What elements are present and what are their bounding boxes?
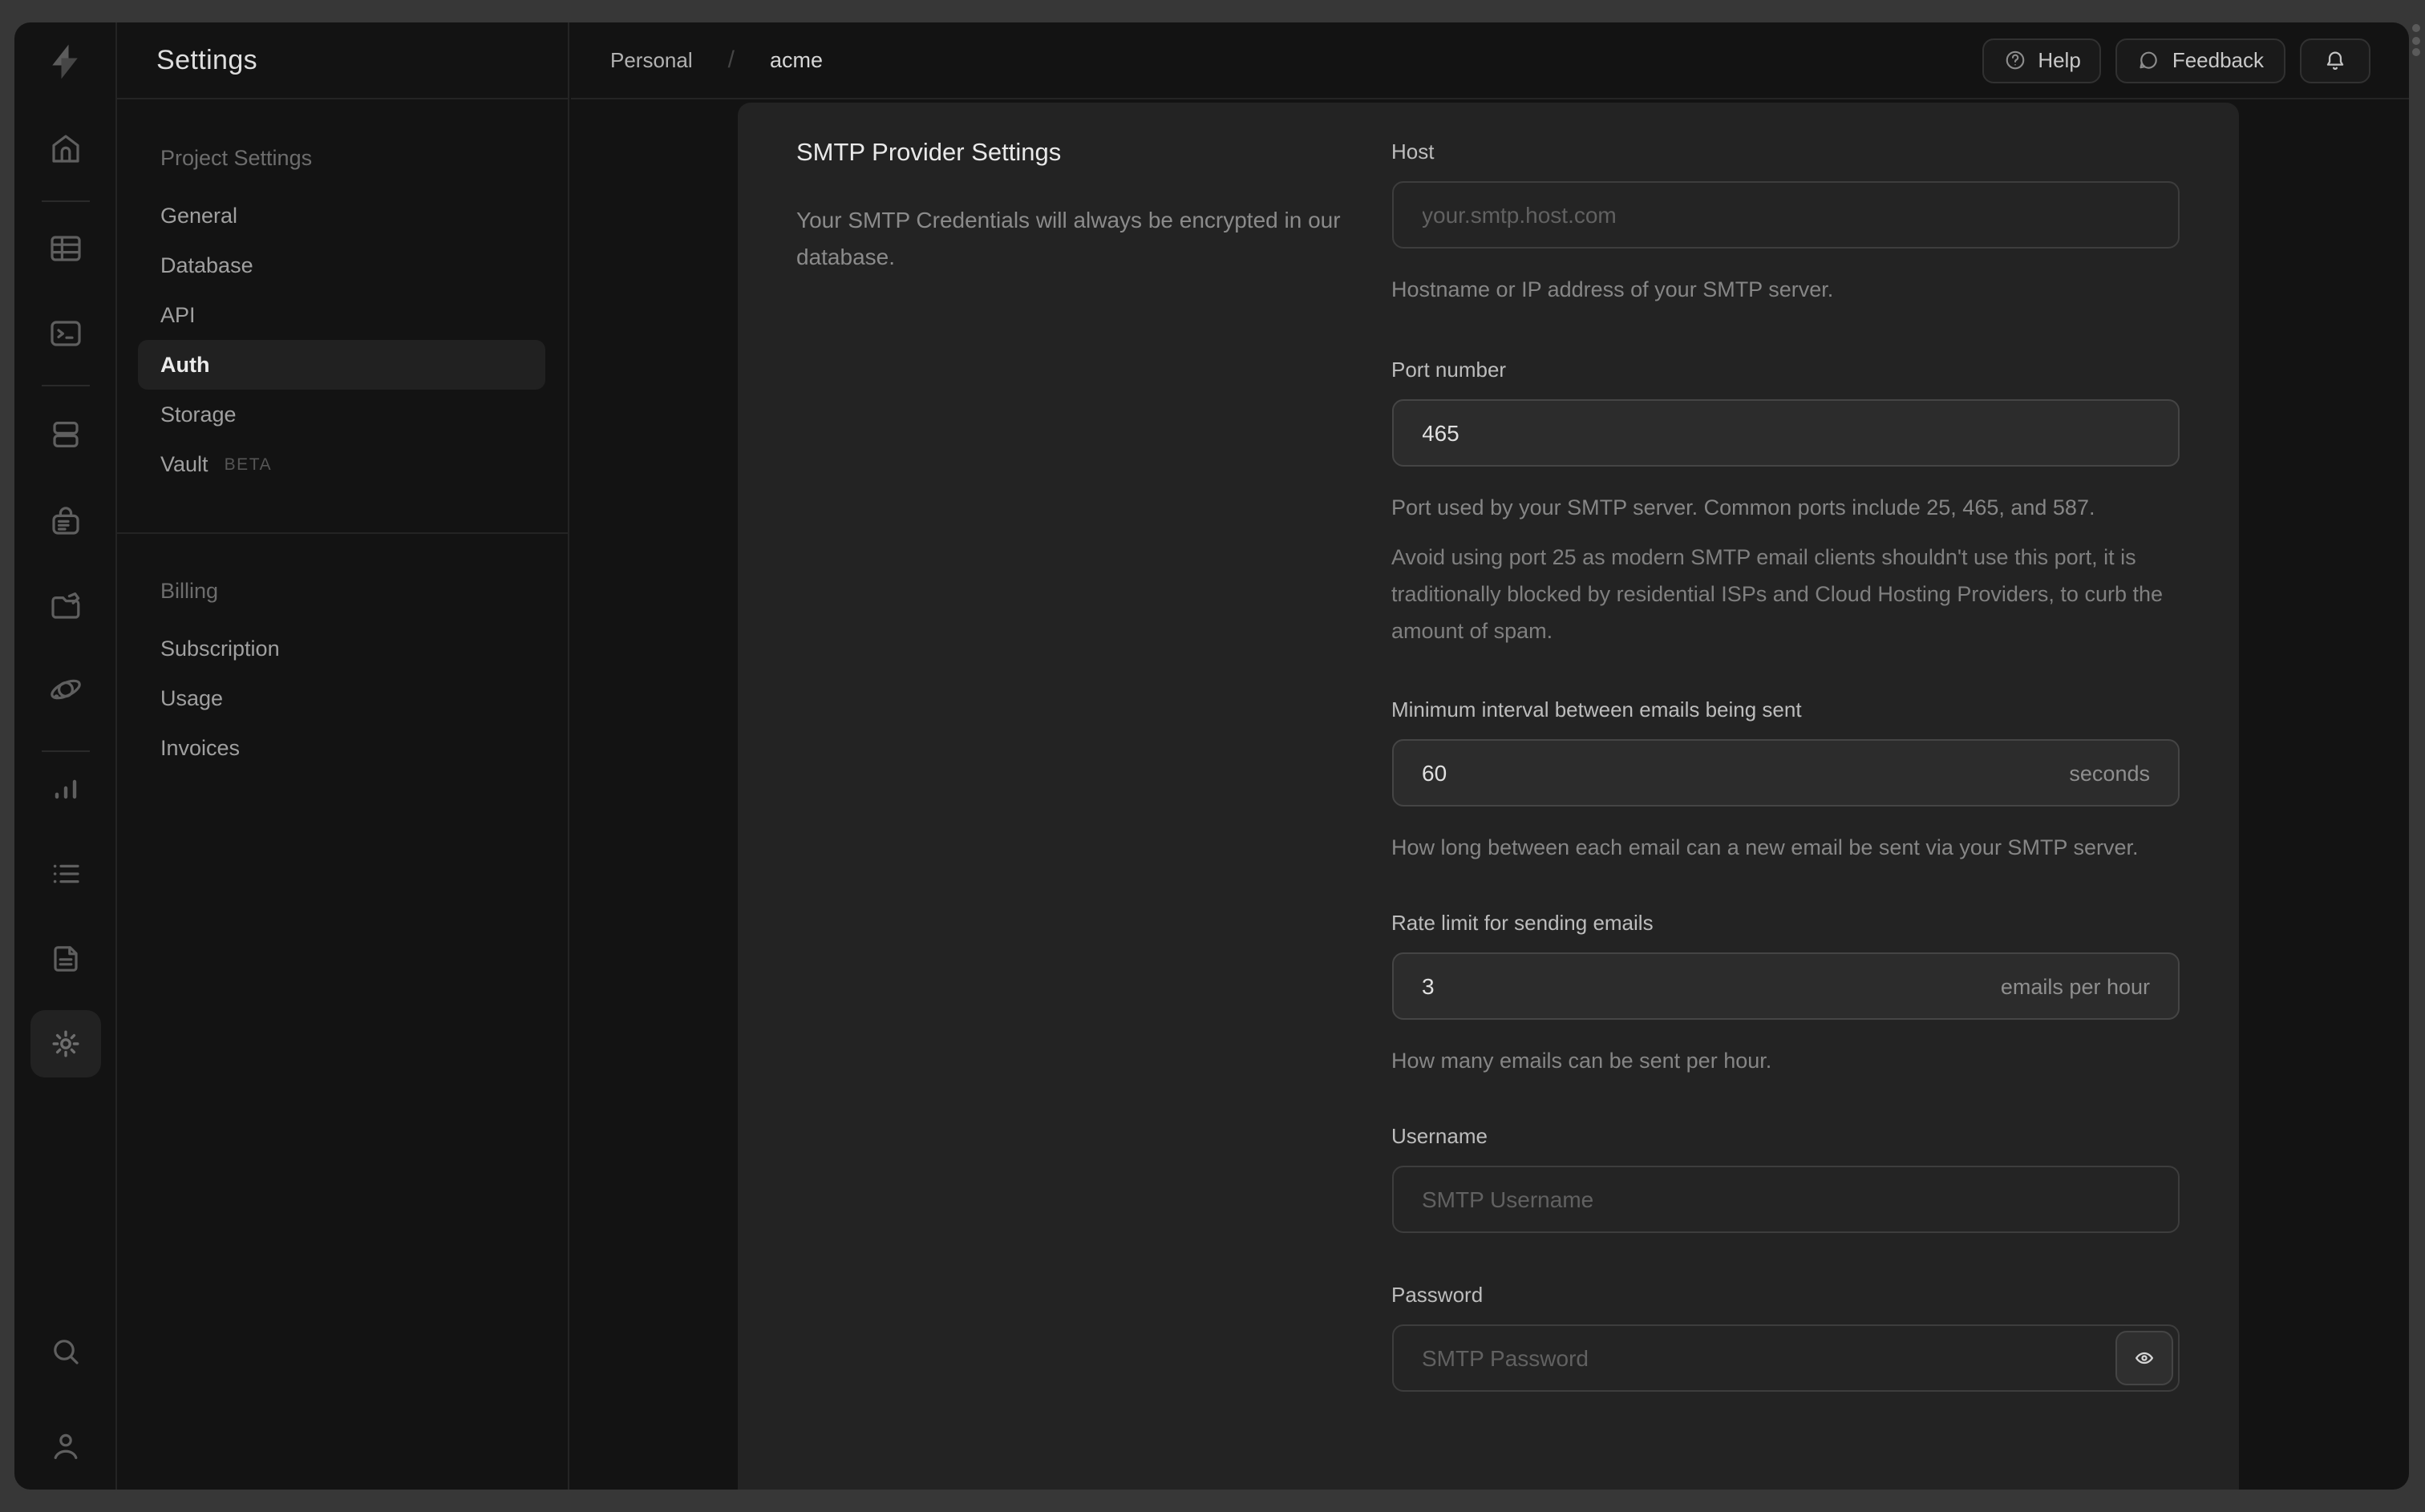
password-field-group: Password	[1391, 1283, 2179, 1392]
username-field-group: Username	[1391, 1124, 2179, 1233]
sidebar-item-vault[interactable]: Vault BETA	[137, 439, 545, 489]
header-actions: Help Feedback	[1982, 38, 2370, 83]
section-description: Your SMTP Credentials will always be enc…	[796, 207, 1341, 269]
speech-bubble-icon	[2140, 51, 2158, 69]
help-button-label: Help	[2038, 48, 2081, 72]
rate-helper: How many emails can be sent per hour.	[1391, 1049, 1772, 1073]
sidebar-item-auth[interactable]: Auth	[137, 340, 545, 390]
feedback-button[interactable]: Feedback	[2115, 38, 2285, 83]
section-title: SMTP Provider Settings	[796, 139, 1062, 167]
port-note: Avoid using port 25 as modern SMTP email…	[1391, 545, 2164, 643]
username-input[interactable]	[1391, 1166, 2179, 1233]
menu-heading-project-settings: Project Settings	[160, 146, 313, 170]
sidebar-item-database[interactable]: Database	[137, 241, 545, 290]
sidebar-item-usage[interactable]: Usage	[137, 673, 545, 723]
port-label: Port number	[1391, 358, 1507, 382]
storage-icon[interactable]	[46, 585, 84, 624]
sidebar-item-invoices[interactable]: Invoices	[137, 723, 545, 773]
settings-sidebar: Settings Project Settings General Databa…	[116, 22, 569, 1490]
app-window: Settings Project Settings General Databa…	[14, 22, 2408, 1490]
settings-gear-icon[interactable]	[46, 1025, 84, 1063]
user-icon[interactable]	[46, 1427, 84, 1466]
menu-heading-billing: Billing	[160, 579, 219, 603]
eye-icon	[2135, 1352, 2152, 1364]
sidebar-divider	[116, 532, 567, 534]
host-field-group: Host Hostname or IP address of your SMTP…	[1391, 139, 2179, 308]
interval-input[interactable]	[1391, 739, 2179, 807]
breadcrumb-org[interactable]: Personal	[610, 48, 693, 72]
interval-label: Minimum interval between emails being se…	[1391, 697, 1802, 722]
sidebar-item-label: Vault	[160, 452, 208, 476]
port-input[interactable]	[1391, 399, 2179, 467]
password-label: Password	[1391, 1283, 1484, 1307]
password-input[interactable]	[1391, 1324, 2179, 1392]
host-helper: Hostname or IP address of your SMTP serv…	[1391, 277, 1834, 301]
help-button[interactable]: Help	[1982, 38, 2102, 83]
rate-label: Rate limit for sending emails	[1391, 911, 1654, 935]
top-bar: Personal / acme Help Feedback	[570, 22, 2408, 99]
docs-icon[interactable]	[46, 940, 84, 978]
auth-lock-icon[interactable]	[46, 502, 84, 540]
breadcrumb-project[interactable]: acme	[770, 48, 823, 72]
page-title: Settings	[156, 44, 258, 75]
icon-rail	[14, 22, 116, 1490]
page-scrollbar[interactable]	[2412, 24, 2422, 56]
port-helper: Port used by your SMTP server. Common po…	[1391, 495, 2095, 519]
beta-badge: BETA	[224, 455, 273, 474]
edge-functions-icon[interactable]	[46, 670, 84, 709]
sidebar-item-api[interactable]: API	[137, 290, 545, 340]
notifications-button[interactable]	[2299, 38, 2370, 83]
home-icon[interactable]	[46, 130, 84, 168]
section-intro: SMTP Provider Settings Your SMTP Credent…	[796, 139, 1351, 297]
breadcrumb-separator: /	[727, 46, 735, 74]
reports-icon[interactable]	[46, 770, 84, 808]
port-field-group: Port number Port used by your SMTP serve…	[1391, 358, 2179, 649]
sidebar-header: Settings	[116, 22, 567, 99]
supabase-logo-icon[interactable]	[43, 40, 87, 83]
settings-menu: Project Settings General Database API Au…	[116, 99, 567, 773]
scrollbar-dot	[2412, 36, 2420, 44]
sidebar-item-subscription[interactable]: Subscription	[137, 624, 545, 673]
smtp-settings-panel: SMTP Provider Settings Your SMTP Credent…	[737, 103, 2239, 1490]
bell-icon	[2326, 51, 2343, 69]
main-area: Personal / acme Help Feedback SMTP Provi…	[570, 22, 2408, 1490]
rate-input[interactable]	[1391, 952, 2179, 1020]
rail-divider	[42, 385, 90, 386]
interval-field-group: Minimum interval between emails being se…	[1391, 697, 2179, 866]
sidebar-item-storage[interactable]: Storage	[137, 390, 545, 439]
main-body: SMTP Provider Settings Your SMTP Credent…	[570, 101, 2408, 1490]
username-label: Username	[1391, 1124, 1488, 1148]
help-circle-icon	[2006, 51, 2024, 70]
smtp-form: Host Hostname or IP address of your SMTP…	[1391, 139, 2179, 1441]
search-icon[interactable]	[46, 1332, 84, 1371]
scrollbar-dot	[2412, 48, 2420, 56]
scrollbar-dot	[2412, 24, 2420, 32]
table-editor-icon[interactable]	[46, 229, 84, 268]
rail-divider	[42, 200, 90, 202]
rate-field-group: Rate limit for sending emails emails per…	[1391, 911, 2179, 1079]
logs-icon[interactable]	[46, 855, 84, 893]
sidebar-item-general[interactable]: General	[137, 191, 545, 241]
host-input[interactable]	[1391, 181, 2179, 249]
reveal-password-button[interactable]	[2115, 1331, 2172, 1385]
database-icon[interactable]	[46, 415, 84, 454]
screen: Settings Project Settings General Databa…	[0, 0, 2425, 1512]
host-label: Host	[1391, 139, 1435, 164]
feedback-button-label: Feedback	[2172, 48, 2264, 72]
interval-helper: How long between each email can a new em…	[1391, 835, 2139, 859]
breadcrumb: Personal / acme	[610, 46, 823, 74]
sql-editor-icon[interactable]	[46, 314, 84, 353]
rail-divider	[42, 750, 90, 752]
